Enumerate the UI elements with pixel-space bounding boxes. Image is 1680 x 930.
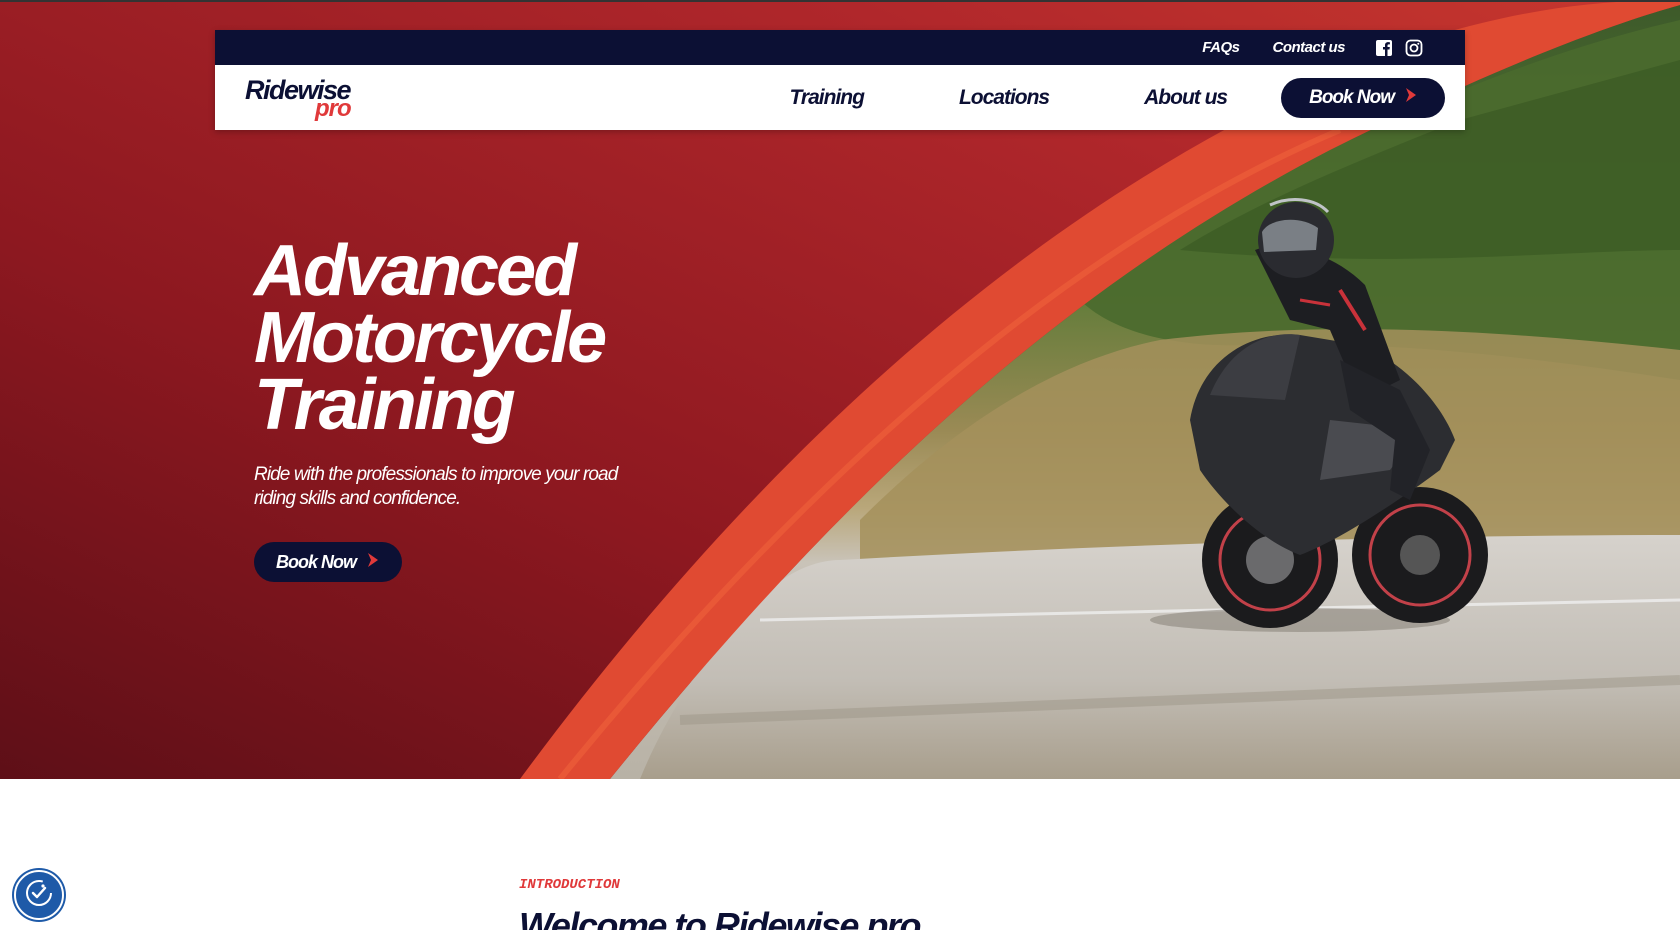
intro-section: INTRODUCTION Welcome to Ridewise pro [519, 877, 921, 930]
hero-title-line-1: Advanced [254, 231, 577, 311]
hero-book-now-button[interactable]: Book Now [254, 542, 402, 582]
header-book-now-button[interactable]: Book Now [1281, 77, 1445, 118]
hero-title-line-3: Training [254, 365, 516, 445]
intro-heading: Welcome to Ridewise pro [519, 905, 921, 930]
contact-us-link[interactable]: Contact us [1272, 39, 1345, 56]
page: Advanced Motorcycle Training Ride with t… [0, 0, 1680, 930]
top-strip [0, 0, 1680, 2]
nav-about-us[interactable]: About us [1144, 86, 1228, 110]
hero-title: Advanced Motorcycle Training [254, 231, 624, 445]
facebook-icon[interactable] [1375, 39, 1393, 57]
accessibility-icon [24, 878, 54, 913]
hero-subtitle: Ride with the professionals to improve y… [254, 464, 618, 509]
intro-eyebrow: INTRODUCTION [519, 877, 620, 893]
chevron-right-icon [366, 552, 380, 573]
nav-locations[interactable]: Locations [959, 86, 1050, 110]
hero-book-now-label: Book Now [276, 551, 357, 572]
hero-title-line-2: Motorcycle [254, 298, 607, 378]
utility-bar: FAQs Contact us [215, 30, 1465, 65]
nav-items: Training Locations About us Book Now [789, 65, 1445, 130]
nav-training[interactable]: Training [789, 86, 864, 110]
chevron-right-icon [1404, 87, 1418, 109]
site-header: FAQs Contact us Ridewise pro Training Lo… [215, 30, 1465, 130]
logo-suffix: pro [315, 95, 352, 122]
faqs-link[interactable]: FAQs [1202, 39, 1240, 56]
hero-content: Advanced Motorcycle Training Ride with t… [254, 231, 624, 582]
social-links [1375, 39, 1423, 57]
ridewise-pro-logo[interactable]: Ridewise pro [245, 75, 365, 122]
accessibility-button[interactable] [14, 870, 64, 920]
instagram-icon[interactable] [1405, 39, 1423, 57]
main-nav: Ridewise pro Training Locations About us… [215, 65, 1465, 130]
header-book-now-label: Book Now [1309, 86, 1395, 108]
